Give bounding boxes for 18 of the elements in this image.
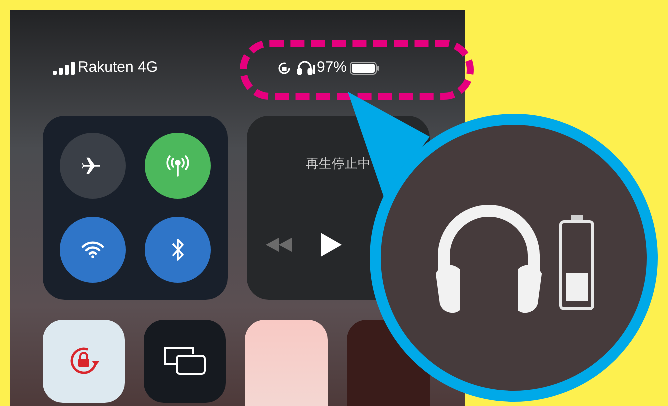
wifi-icon	[81, 240, 105, 258]
bluetooth-icon	[170, 238, 184, 262]
headphones-icon	[296, 61, 315, 76]
screen-mirroring-button[interactable]	[144, 320, 226, 402]
signal-icon	[53, 62, 75, 75]
carrier-text: Rakuten 4G	[78, 58, 158, 78]
rewind-button[interactable]	[266, 238, 292, 252]
rotation-lock-icon	[278, 62, 291, 75]
rotation-lock-button[interactable]	[43, 320, 125, 402]
battery-icon	[559, 215, 595, 311]
rewind-icon	[266, 238, 292, 252]
playback-status: 再生停止中	[306, 154, 371, 172]
battery-icon	[350, 62, 380, 75]
battery-percentage: 97%	[316, 58, 347, 78]
play-button[interactable]	[320, 233, 342, 257]
antenna-icon	[164, 154, 190, 176]
screen-mirroring-icon	[161, 344, 209, 378]
play-icon	[320, 233, 342, 257]
